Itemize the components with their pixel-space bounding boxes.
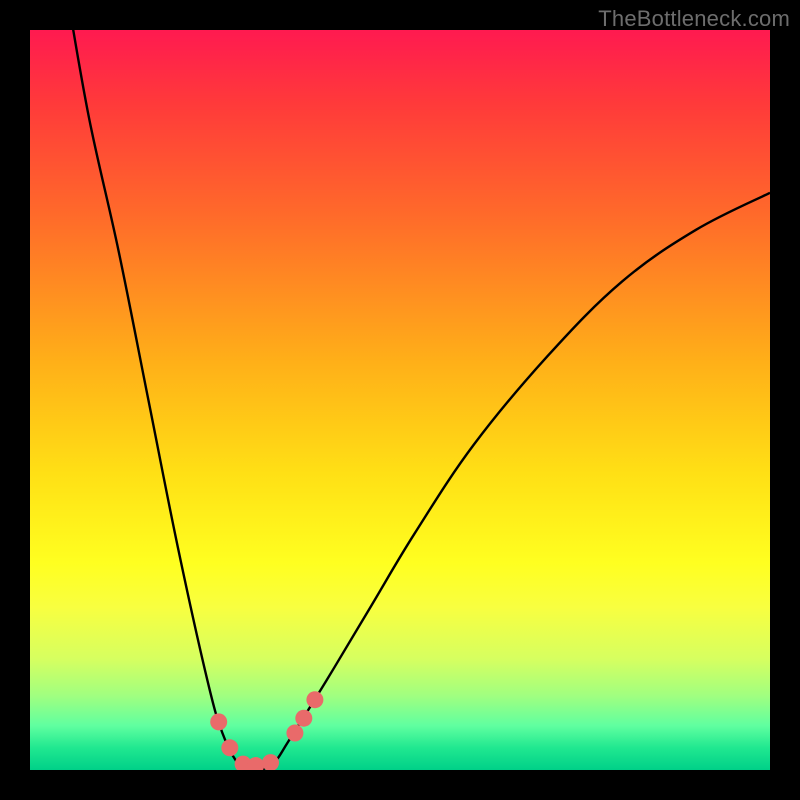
curve-markers	[210, 691, 323, 770]
bottleneck-curve-path	[67, 30, 770, 770]
curve-marker	[221, 739, 238, 756]
curve-marker	[295, 710, 312, 727]
bottleneck-curve-svg	[30, 30, 770, 770]
watermark: TheBottleneck.com	[598, 6, 790, 32]
chart-container: TheBottleneck.com	[0, 0, 800, 800]
plot-area	[30, 30, 770, 770]
curve-marker	[286, 725, 303, 742]
curve-marker	[210, 713, 227, 730]
curve-marker	[262, 754, 279, 770]
curve-marker	[306, 691, 323, 708]
